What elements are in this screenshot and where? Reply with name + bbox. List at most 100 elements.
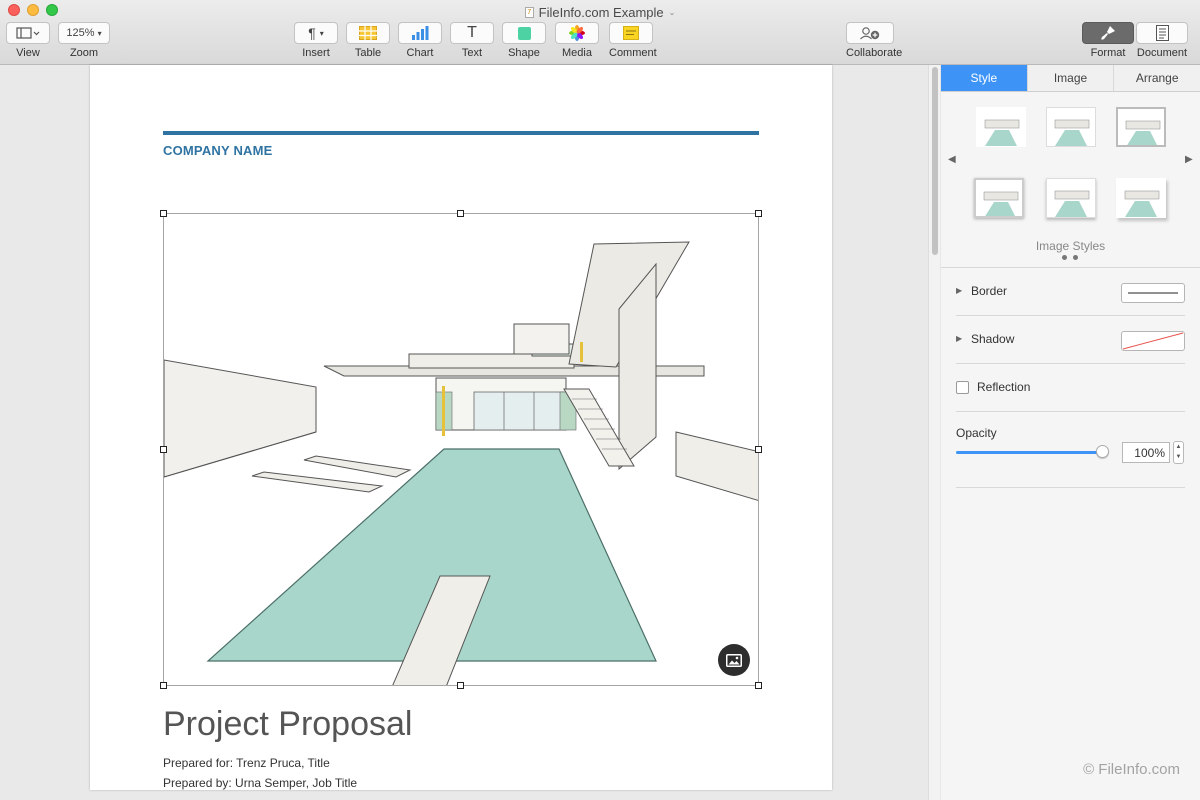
shadow-row[interactable]: ▶ Shadow: [956, 316, 1185, 364]
resize-handle-middle-left[interactable]: [160, 446, 167, 453]
document-icon: [1155, 25, 1169, 41]
image-style-5[interactable]: [1046, 178, 1096, 218]
reflection-label: Reflection: [977, 380, 1031, 394]
table-label: Table: [354, 47, 382, 59]
media-label: Media: [562, 47, 592, 59]
resize-handle-middle-right[interactable]: [755, 446, 762, 453]
page-dot[interactable]: [1073, 255, 1078, 260]
text-control: T Text: [450, 22, 494, 59]
text-label: Text: [461, 47, 483, 59]
text-button[interactable]: T: [450, 22, 494, 44]
architecture-sketch-image[interactable]: [163, 213, 759, 686]
opacity-slider-knob[interactable]: [1096, 445, 1109, 458]
image-icon: [726, 653, 742, 667]
inspector-tabs: Style Image Arrange: [941, 65, 1200, 92]
previous-styles-arrow-icon[interactable]: ◀: [948, 154, 956, 165]
company-name[interactable]: COMPANY NAME: [163, 143, 273, 158]
toolbar: 7 FileInfo.com Example ⌄ View 125% ▾ Zoo…: [0, 0, 1200, 65]
format-inspector: Style Image Arrange ◀ ▶ Image Styles ▶ B…: [941, 65, 1200, 800]
zoom-value: 125%: [66, 27, 95, 39]
style-thumbnail: [1125, 120, 1161, 145]
tab-image[interactable]: Image: [1027, 65, 1115, 91]
resize-handle-bottom-right[interactable]: [755, 682, 762, 689]
chevron-down-icon: ⌄: [668, 8, 676, 17]
window-title[interactable]: 7 FileInfo.com Example ⌄: [524, 5, 676, 20]
document-button[interactable]: [1136, 22, 1188, 44]
scrollbar-thumb[interactable]: [932, 67, 938, 255]
reflection-checkbox[interactable]: [956, 381, 969, 394]
opacity-row: Opacity 100% ▲ ▼: [956, 412, 1185, 488]
style-thumbnail: [1054, 119, 1090, 146]
style-thumbnail: [984, 119, 1020, 146]
collaborate-button[interactable]: [846, 22, 894, 44]
minimize-window-button[interactable]: [27, 4, 39, 16]
stepper-up-icon[interactable]: ▲: [1176, 444, 1182, 450]
header-rule: [163, 131, 759, 135]
document-canvas[interactable]: COMPANY NAME Project Proposal Prepared f…: [0, 65, 940, 800]
comment-control: Comment: [609, 22, 657, 59]
document-page[interactable]: COMPANY NAME Project Proposal Prepared f…: [90, 65, 832, 790]
media-button[interactable]: [555, 22, 599, 44]
resize-handle-bottom-left[interactable]: [160, 682, 167, 689]
document-label: Document: [1136, 47, 1188, 59]
disclosure-triangle-icon[interactable]: ▶: [956, 334, 962, 343]
style-thumbnail: [983, 191, 1019, 216]
zoom-window-button[interactable]: [46, 4, 58, 16]
disclosure-triangle-icon[interactable]: ▶: [956, 286, 962, 295]
format-button[interactable]: [1082, 22, 1134, 44]
document-control: Document: [1136, 22, 1188, 59]
border-style-swatch[interactable]: [1121, 283, 1185, 303]
image-style-4[interactable]: [974, 178, 1024, 218]
table-button[interactable]: [346, 22, 390, 44]
replace-image-button[interactable]: [718, 644, 750, 676]
insert-button[interactable]: ¶ ▾: [294, 22, 338, 44]
chart-button[interactable]: [398, 22, 442, 44]
format-control: Format: [1082, 22, 1134, 59]
line-style-icon: [1128, 292, 1178, 294]
opacity-stepper[interactable]: ▲ ▼: [1173, 441, 1184, 464]
resize-handle-top-left[interactable]: [160, 210, 167, 217]
shape-button[interactable]: [502, 22, 546, 44]
collaborate-icon: [860, 27, 880, 40]
resize-handle-top-right[interactable]: [755, 210, 762, 217]
shadow-style-swatch[interactable]: [1121, 331, 1185, 351]
close-window-button[interactable]: [8, 4, 20, 16]
stepper-down-icon[interactable]: ▼: [1176, 454, 1182, 460]
chart-label: Chart: [406, 47, 434, 59]
image-style-6[interactable]: [1116, 178, 1166, 218]
border-row[interactable]: ▶ Border: [956, 268, 1185, 316]
no-shadow-icon: [1122, 332, 1184, 350]
shape-label: Shape: [508, 47, 540, 59]
view-button[interactable]: [6, 22, 50, 44]
reflection-row: Reflection: [956, 364, 1185, 412]
page-dot[interactable]: [1062, 255, 1067, 260]
prepared-for[interactable]: Prepared for: Trenz Pruca, Title: [163, 756, 330, 770]
chart-control: Chart: [398, 22, 442, 59]
collaborate-label: Collaborate: [846, 47, 903, 59]
resize-handle-top-center[interactable]: [457, 210, 464, 217]
tab-arrange[interactable]: Arrange: [1114, 65, 1200, 91]
zoom-select[interactable]: 125% ▾: [58, 22, 110, 44]
next-styles-arrow-icon[interactable]: ▶: [1185, 154, 1193, 165]
image-style-2[interactable]: [1046, 107, 1096, 147]
photos-icon: [569, 25, 585, 41]
image-style-3[interactable]: [1116, 107, 1166, 147]
prepared-by[interactable]: Prepared by: Urna Semper, Job Title: [163, 776, 357, 790]
vertical-scrollbar[interactable]: [928, 65, 940, 800]
opacity-slider-track[interactable]: [956, 451, 1102, 454]
proposal-title[interactable]: Project Proposal: [163, 705, 412, 744]
pages-file-icon: 7: [524, 7, 534, 18]
style-page-dots[interactable]: [1062, 255, 1078, 260]
opacity-value-field[interactable]: 100%: [1122, 442, 1170, 463]
table-icon: [359, 26, 377, 40]
image-style-1[interactable]: [976, 107, 1026, 147]
insert-control: ¶ ▾ Insert: [294, 22, 338, 59]
tab-style[interactable]: Style: [941, 65, 1028, 91]
view-control: View: [6, 22, 50, 59]
comment-button[interactable]: [609, 22, 653, 44]
shape-control: Shape: [502, 22, 546, 59]
insert-label: Insert: [302, 47, 330, 59]
chevron-down-icon: ▾: [97, 28, 102, 38]
resize-handle-bottom-center[interactable]: [457, 682, 464, 689]
image-styles-label: Image Styles: [1035, 239, 1106, 253]
